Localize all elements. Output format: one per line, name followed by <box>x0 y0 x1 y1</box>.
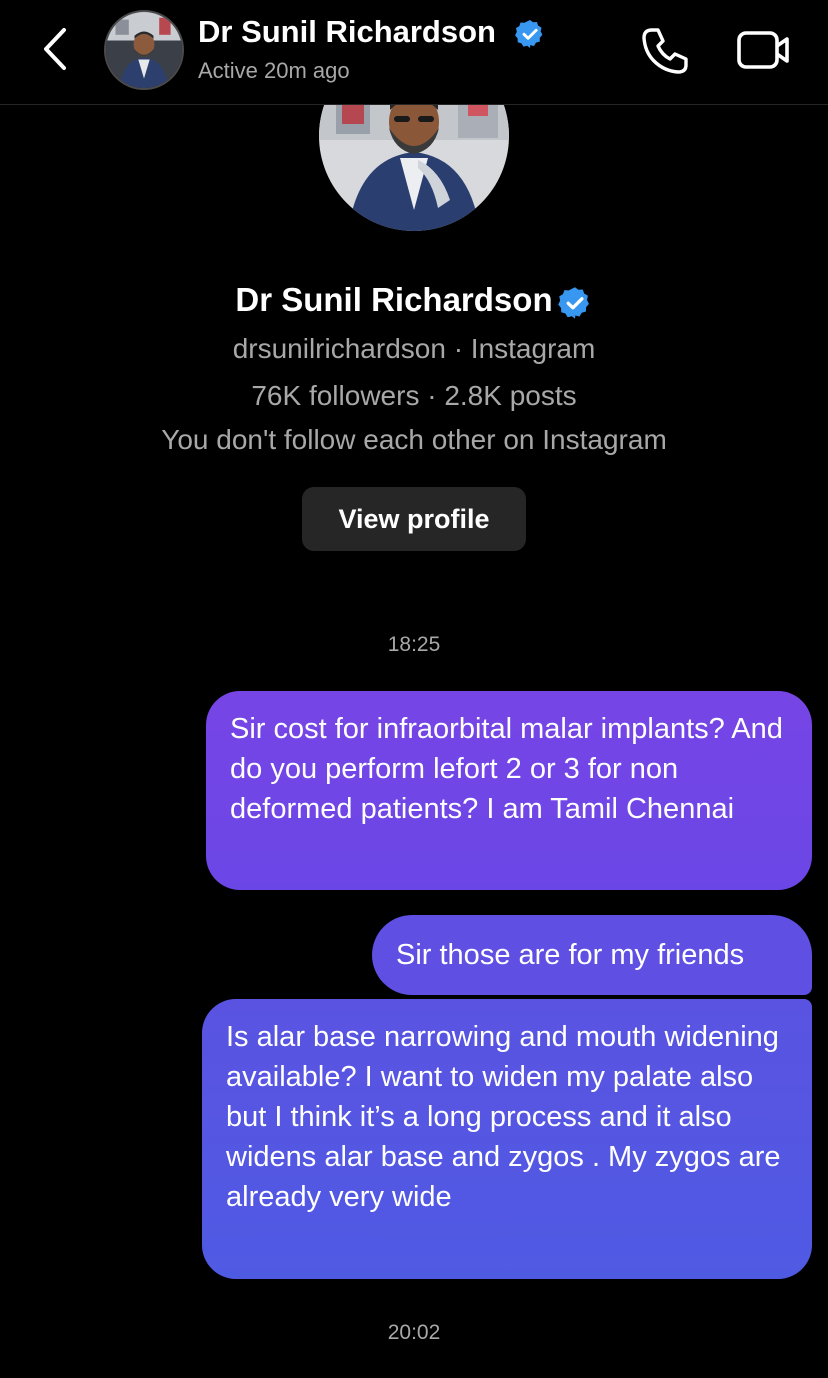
profile-relation: You don't follow each other on Instagram <box>161 424 667 455</box>
video-camera-icon <box>737 31 789 69</box>
video-call-button[interactable] <box>734 26 792 76</box>
sent-message[interactable]: Sir those are for my friends <box>372 915 812 995</box>
message-timestamp: 20:02 <box>387 1321 441 1344</box>
verified-badge-icon <box>557 287 589 319</box>
profile-handle: drsunilrichardson · Instagram <box>232 333 596 364</box>
avatar-image <box>106 12 182 88</box>
sent-message[interactable]: Is alar base narrowing and mouth widenin… <box>202 999 812 1279</box>
chat-header: Dr Sunil Richardson Active 20m ago <box>0 0 828 105</box>
header-contact-name[interactable]: Dr Sunil Richardson <box>198 14 496 50</box>
active-status: Active 20m ago <box>198 58 350 83</box>
message-timestamp: 18:25 <box>387 633 441 656</box>
back-button[interactable] <box>34 24 78 74</box>
header-avatar[interactable] <box>104 10 184 90</box>
sent-message[interactable]: Sir cost for infraorbital malar implants… <box>206 691 812 890</box>
phone-icon <box>642 28 688 74</box>
audio-call-button[interactable] <box>638 24 692 78</box>
chevron-left-icon <box>44 28 66 70</box>
profile-stats: 76K followers · 2.8K posts <box>251 380 577 411</box>
profile-name-row: Dr Sunil Richardson <box>0 281 828 319</box>
view-profile-button[interactable]: View profile <box>302 487 526 551</box>
verified-badge-icon <box>515 20 543 48</box>
profile-name: Dr Sunil Richardson <box>235 281 553 318</box>
